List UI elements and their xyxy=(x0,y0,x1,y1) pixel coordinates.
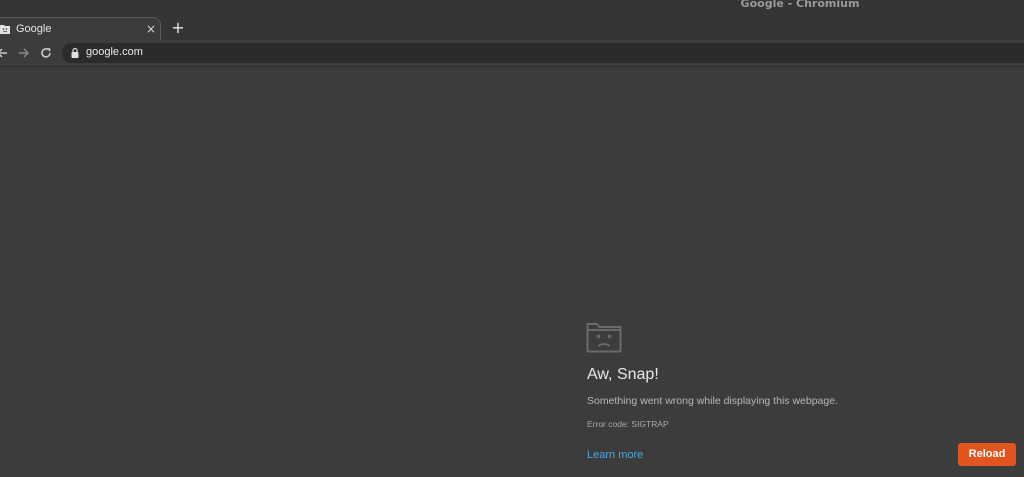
forward-button[interactable] xyxy=(16,44,32,62)
page-content: Aw, Snap! Something went wrong while dis… xyxy=(0,67,1024,477)
url-text[interactable]: google.com xyxy=(86,46,143,58)
back-arrow-icon xyxy=(0,48,7,58)
reload-icon xyxy=(41,48,51,58)
window-title: Google - Chromium xyxy=(740,0,860,10)
sad-tab-icon xyxy=(0,25,10,34)
close-icon[interactable]: × xyxy=(144,21,158,37)
lock-icon[interactable] xyxy=(70,47,80,59)
toolbar: google.com xyxy=(0,40,1024,67)
error-message: Something went wrong while displaying th… xyxy=(587,395,838,407)
reload-button[interactable] xyxy=(38,44,54,62)
tab-strip: Google × + xyxy=(0,16,1024,41)
tab-google[interactable]: Google × xyxy=(0,17,161,41)
learn-more-link[interactable]: Learn more xyxy=(587,449,643,461)
window-titlebar: Google - Chromium xyxy=(0,0,1024,16)
back-button[interactable] xyxy=(0,44,10,62)
tab-title: Google xyxy=(16,23,52,35)
address-bar[interactable]: google.com xyxy=(62,43,1024,63)
error-heading: Aw, Snap! xyxy=(587,366,659,383)
new-tab-button[interactable]: + xyxy=(170,18,186,38)
forward-arrow-icon xyxy=(19,48,29,58)
error-code: Error code: SIGTRAP xyxy=(587,419,669,429)
reload-page-button[interactable]: Reload xyxy=(958,443,1016,466)
sad-folder-icon xyxy=(586,323,622,353)
